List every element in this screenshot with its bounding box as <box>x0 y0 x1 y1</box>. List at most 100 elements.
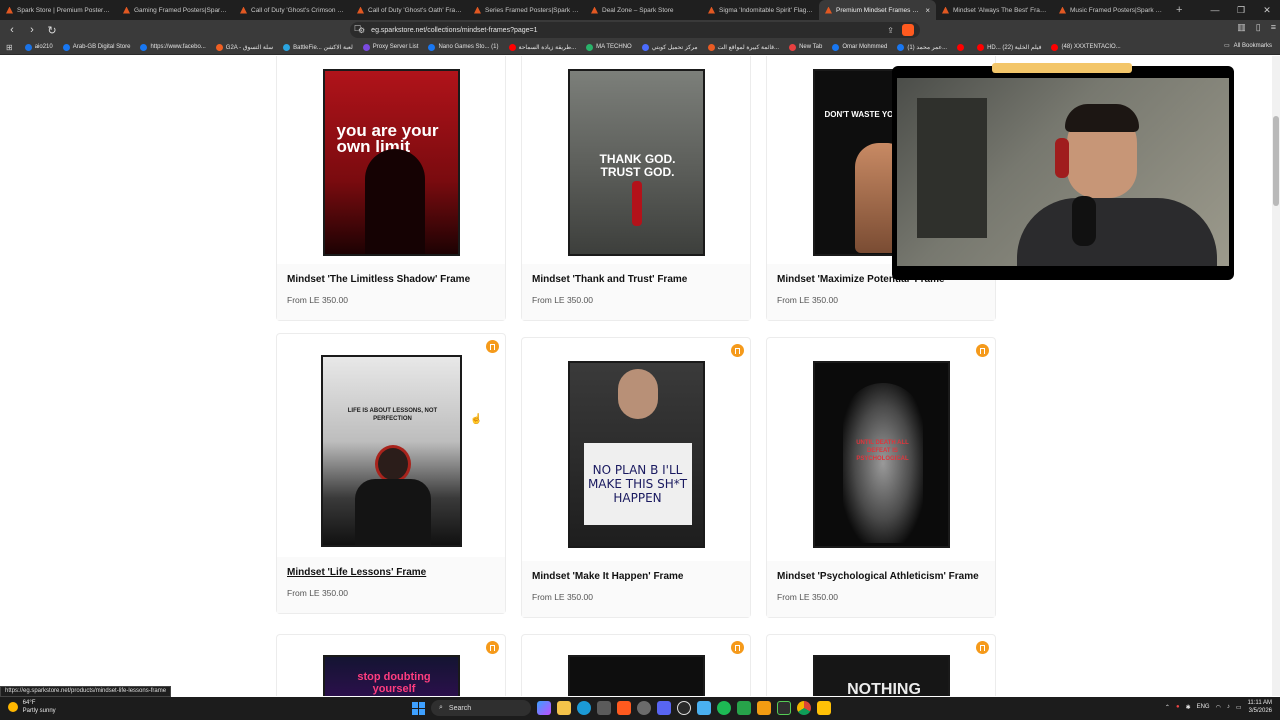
restore-icon[interactable]: ❐ <box>1228 0 1254 20</box>
product-card[interactable]: stop doubting yourself <box>276 634 506 696</box>
browser-tab[interactable]: Sigma 'Indomitable Spirit' Flag|Sp... <box>702 0 819 20</box>
system-tray: ⌃ ● ✱ ENG ◠ ♪ ▭ 11:11 AM 3/5/2026 <box>1165 699 1272 715</box>
close-tab-icon[interactable]: × <box>925 6 930 15</box>
browser-tab[interactable]: Call of Duty 'Ghost's Crimson Spe... <box>234 0 351 20</box>
bookmark-item[interactable]: aio210 <box>24 43 53 51</box>
bookmark-item[interactable]: MA TECHNO <box>586 43 632 51</box>
product-title[interactable]: Mindset 'Make It Happen' Frame <box>532 571 740 582</box>
all-bookmarks-button[interactable]: ▭ All Bookmarks <box>1224 42 1272 50</box>
browser-tab[interactable]: Call of Duty 'Ghost's Oath' Framed... <box>351 0 468 20</box>
product-image[interactable]: NOTHING <box>813 655 950 696</box>
bookmark-icon <box>641 43 649 51</box>
brave-icon[interactable] <box>617 701 631 715</box>
product-image[interactable] <box>568 655 705 696</box>
sidebar-icon[interactable]: ▥ <box>1237 22 1246 33</box>
page-scrollbar[interactable] <box>1272 56 1280 696</box>
wifi-icon[interactable]: ◠ <box>1216 704 1221 711</box>
browser-tab[interactable]: Spark Store | Premium Posters, Fra... <box>0 0 117 20</box>
notepad-icon[interactable] <box>697 701 711 715</box>
copilot-icon[interactable] <box>537 701 551 715</box>
edge-icon[interactable] <box>577 701 591 715</box>
volume-icon[interactable]: ♪ <box>1227 704 1230 710</box>
bookmark-item[interactable]: (1) عمر محمد... <box>897 43 947 51</box>
windows-start-icon[interactable] <box>412 701 425 715</box>
menu-icon[interactable]: ≡ <box>1271 22 1276 33</box>
browser-tab[interactable]: Gaming Framed Posters|Spark Sto... <box>117 0 234 20</box>
discord-icon[interactable] <box>657 701 671 715</box>
bookmark-star-icon[interactable]: ☐ <box>354 24 361 33</box>
obs-icon[interactable] <box>677 701 691 715</box>
reload-icon[interactable]: ↻ <box>44 22 60 38</box>
bookmark-item[interactable]: مركز تحميل كوبتي <box>641 43 698 51</box>
product-image[interactable]: THANK GOD. TRUST GOD. <box>522 56 750 277</box>
brave-shield-icon[interactable] <box>902 24 914 36</box>
product-card[interactable] <box>521 634 751 696</box>
browser-tab[interactable]: Deal Zone – Spark Store <box>585 0 702 20</box>
scrollbar-thumb[interactable] <box>1273 116 1279 206</box>
product-title[interactable]: Mindset 'The Limitless Shadow' Frame <box>287 274 495 285</box>
wishlist-icon[interactable] <box>731 641 744 654</box>
clock[interactable]: 11:11 AM 3/5/2026 <box>1248 699 1272 715</box>
store-icon[interactable] <box>597 701 611 715</box>
product-image[interactable]: stop doubting yourself <box>323 655 460 696</box>
back-icon[interactable]: ‹ <box>4 22 20 38</box>
bookmark-item[interactable]: Proxy Server List <box>362 43 418 51</box>
spotify-icon[interactable] <box>717 701 731 715</box>
browser-tab-active[interactable]: Premium Mindset Frames & M... × <box>819 0 936 20</box>
product-title[interactable]: Mindset 'Life Lessons' Frame <box>287 567 495 578</box>
bookmark-item[interactable]: Nano Games Sto... (1) <box>428 43 499 51</box>
browser-tab[interactable]: Series Framed Posters|Spark Store <box>468 0 585 20</box>
bookmark-item[interactable]: HD... فيلم الخلية (22) <box>977 43 1041 51</box>
close-window-icon[interactable]: ✕ <box>1254 0 1280 20</box>
wishlist-icon[interactable] <box>976 641 989 654</box>
bookmark-item[interactable]: طريقة زيادة السماحة... <box>508 43 576 51</box>
tray-app-icon[interactable]: ● <box>1176 704 1180 710</box>
new-tab-button[interactable]: + <box>1170 4 1188 16</box>
apps-icon[interactable]: ⊞ <box>6 43 13 52</box>
battery-icon[interactable]: ▭ <box>1236 704 1242 711</box>
app-icon[interactable] <box>817 701 831 715</box>
share-icon[interactable]: ⇪ <box>887 26 894 35</box>
file-explorer-icon[interactable] <box>557 701 571 715</box>
product-title[interactable]: Mindset 'Psychological Athleticism' Fram… <box>777 571 985 582</box>
product-card[interactable]: NOTHING <box>766 634 996 696</box>
split-view-icon[interactable]: ▯ <box>1256 22 1261 33</box>
chrome-icon[interactable] <box>797 701 811 715</box>
bookmark-item[interactable]: https://www.facebo... <box>140 43 206 51</box>
product-image[interactable]: you are your own limit <box>277 56 505 277</box>
terminal-icon[interactable] <box>777 701 791 715</box>
product-card[interactable]: NO PLAN B I'LL MAKE THIS SH*T HAPPEN Min… <box>521 337 751 618</box>
bookmark-item[interactable]: Arab-GB Digital Store <box>62 43 130 51</box>
product-card[interactable]: you are your own limit Mindset 'The Limi… <box>276 56 506 321</box>
bookmark-item[interactable]: BattleFie... لعبة الاكشن <box>283 43 353 51</box>
product-card[interactable]: UNTIL DEATH ALL DEFEAT IS PSYCHOLOGICAL … <box>766 337 996 618</box>
product-card-hovered[interactable]: LIFE IS ABOUT LESSONS, NOT PERFECTION Mi… <box>276 333 506 614</box>
forward-icon[interactable]: › <box>24 22 40 38</box>
cloud-icon[interactable] <box>757 701 771 715</box>
wishlist-icon[interactable] <box>486 641 499 654</box>
language-indicator[interactable]: ENG <box>1197 704 1210 710</box>
xbox-icon[interactable] <box>737 701 751 715</box>
product-image[interactable]: NO PLAN B I'LL MAKE THIS SH*T HAPPEN <box>522 342 750 566</box>
product-image[interactable]: LIFE IS ABOUT LESSONS, NOT PERFECTION <box>277 340 505 562</box>
bookmark-item[interactable]: Omar Mohmmed <box>832 43 887 51</box>
bookmark-icon <box>957 43 965 51</box>
product-price: From LE 350.00 <box>777 295 838 305</box>
weather-widget[interactable]: 64°F Partly sunny <box>8 699 56 715</box>
taskbar-search[interactable]: ⌕ Search <box>431 700 531 716</box>
minimize-icon[interactable]: — <box>1202 0 1228 20</box>
settings-icon[interactable] <box>637 701 651 715</box>
address-bar[interactable]: ⚙ eg.sparkstore.net/collections/mindset-… <box>350 22 920 38</box>
bookmark-item[interactable]: (48) XXXTENTACIO... <box>1051 43 1121 51</box>
browser-tab[interactable]: Music Framed Posters|Spark Store <box>1053 0 1170 20</box>
bookmark-item[interactable] <box>957 43 967 51</box>
bookmark-item[interactable]: New Tab <box>789 43 822 51</box>
browser-tab[interactable]: Mindset 'Always The Best' Frame |... <box>936 0 1053 20</box>
product-image[interactable]: UNTIL DEATH ALL DEFEAT IS PSYCHOLOGICAL <box>767 342 995 566</box>
bookmark-item[interactable]: G2A - سلة التسوق <box>215 43 273 51</box>
product-title[interactable]: Mindset 'Thank and Trust' Frame <box>532 274 740 285</box>
bookmark-item[interactable]: قائمة كبيرة لمواقع الت... <box>707 43 779 51</box>
product-card[interactable]: THANK GOD. TRUST GOD. Mindset 'Thank and… <box>521 56 751 321</box>
bluetooth-icon[interactable]: ✱ <box>1186 704 1191 711</box>
chevron-up-icon[interactable]: ⌃ <box>1165 704 1170 711</box>
